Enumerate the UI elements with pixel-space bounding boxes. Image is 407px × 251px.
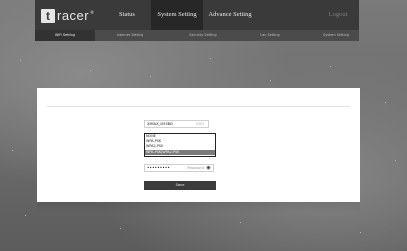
logo-letter: t [41,9,55,23]
nav-system-setting[interactable]: System Setting [151,0,203,30]
encryption-option-selected[interactable]: WPA-PSK|WPA2-PSK [145,149,215,155]
save-button[interactable]: Save [144,181,216,190]
tab-wifi-setting[interactable]: WiFi Setting [35,30,95,41]
logo-text: racer [57,8,90,23]
ssid-placeholder: SSID [195,122,204,126]
tab-lan-setting[interactable]: Lan Setting [257,30,283,41]
sub-navigation-bar: WiFi Setting Internet Setting Security S… [35,30,359,41]
password-input[interactable]: ••••••••• Password ◉ [144,164,214,172]
ssid-value: XIMAX_D93BD [147,122,173,126]
password-value: ••••••••• [147,165,171,170]
panel-divider [47,106,350,107]
top-navigation-bar: t racer ® Status System Setting Advance … [35,0,359,30]
ssid-input[interactable]: XIMAX_D93BD SSID [144,120,209,128]
password-placeholder: Password [187,166,204,170]
nav-advance-setting[interactable]: Advance Setting [203,0,257,30]
logo-mark: ® [90,9,95,15]
eye-icon[interactable]: ◉ [205,166,212,171]
logout-link[interactable]: Logout [325,0,351,30]
tracer-logo: t racer ® [41,8,103,24]
tab-security-setting[interactable]: Security Setting [185,30,221,41]
panel-shadow [37,202,360,212]
nav-status[interactable]: Status [117,0,137,30]
wifi-settings-panel: XIMAX_D93BD SSID NONE WPA-PSK WPA2-PSK W… [37,88,360,202]
tab-system-setting[interactable]: System Setting [319,30,353,41]
tab-internet-setting[interactable]: Internet Setting [113,30,147,41]
encryption-select-list[interactable]: NONE WPA-PSK WPA2-PSK WPA-PSK|WPA2-PSK [144,133,216,157]
